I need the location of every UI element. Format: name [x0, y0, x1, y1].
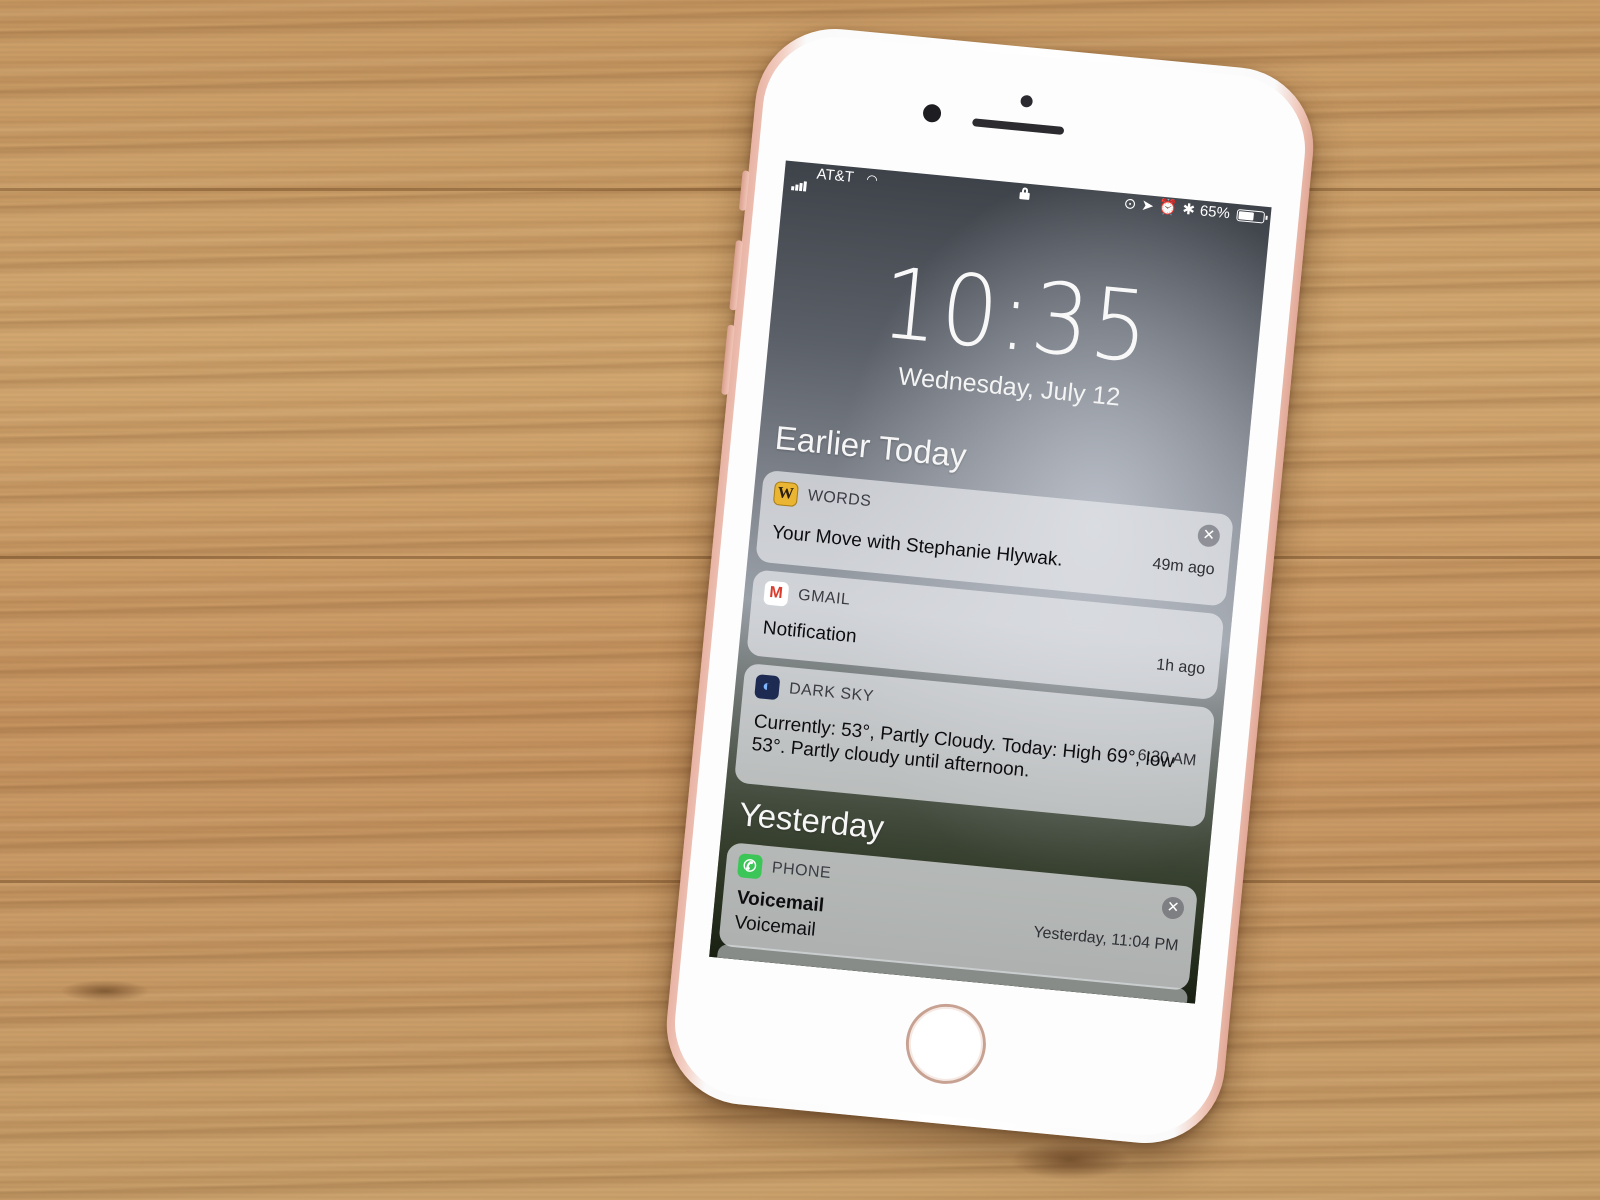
- notification-body: Your Move with Stephanie Hlywak.: [771, 521, 1064, 571]
- volume-down-button[interactable]: [721, 324, 735, 396]
- cellular-signal-icon: [791, 168, 809, 192]
- notification-header: ✆ PHONE: [736, 853, 832, 886]
- volume-up-button[interactable]: [729, 240, 743, 311]
- phone-icon: ✆: [736, 853, 764, 880]
- notification-header: M GMAIL: [763, 580, 851, 612]
- carrier-label: AT&T: [815, 165, 855, 187]
- notification-header: W WORDS: [772, 480, 873, 514]
- battery-icon: [1236, 208, 1266, 224]
- earpiece-speaker: [971, 118, 1065, 135]
- wood-knot: [60, 980, 150, 1002]
- clear-notifications-button[interactable]: ✕: [1196, 523, 1221, 548]
- home-button[interactable]: [902, 1000, 990, 1088]
- notification-app-name: DARK SKY: [788, 680, 875, 706]
- earlier-today-header: Earlier Today: [773, 418, 969, 475]
- bluetooth-icon: ✱: [1181, 200, 1196, 219]
- proximity-sensor: [1020, 94, 1034, 108]
- battery-fill: [1238, 211, 1255, 221]
- battery-percent: 65%: [1199, 202, 1231, 223]
- dark-sky-icon: ◐: [754, 674, 781, 701]
- front-camera: [922, 103, 942, 124]
- notification-app-name: WORDS: [807, 487, 873, 511]
- status-bar: AT&T ◠ ⊙ ➤ ⏰ ✱ 65%: [784, 160, 1272, 229]
- notification-body: Currently: 53°, Partly Cloudy. Today: Hi…: [750, 711, 1176, 782]
- wood-knot: [1010, 1140, 1130, 1180]
- gmail-icon: M: [763, 580, 790, 607]
- clear-notifications-button[interactable]: ✕: [1160, 896, 1185, 921]
- wifi-icon: ◠: [865, 171, 879, 188]
- phone-body: AT&T ◠ ⊙ ➤ ⏰ ✱ 65% 10:35 Wednesday, July: [659, 21, 1321, 1151]
- yesterday-header: Yesterday: [737, 795, 886, 846]
- location-icon: ➤: [1140, 196, 1155, 215]
- notification-app-name: PHONE: [771, 859, 832, 883]
- notification-time: 49m ago: [1151, 555, 1216, 579]
- rotation-lock-icon: ⊙: [1123, 195, 1138, 214]
- words-icon: W: [772, 480, 799, 508]
- notification-header: ◐ DARK SKY: [754, 674, 875, 709]
- lock-screen[interactable]: AT&T ◠ ⊙ ➤ ⏰ ✱ 65% 10:35 Wednesday, July: [709, 160, 1272, 1004]
- status-right-group: ⊙ ➤ ⏰ ✱ 65%: [1123, 193, 1266, 228]
- mute-switch[interactable]: [738, 170, 750, 211]
- lock-icon: [1019, 187, 1030, 200]
- alarm-icon: ⏰: [1157, 198, 1179, 218]
- notification-time: Yesterday, 11:04 PM: [1032, 923, 1180, 955]
- notification-app-name: GMAIL: [797, 586, 852, 609]
